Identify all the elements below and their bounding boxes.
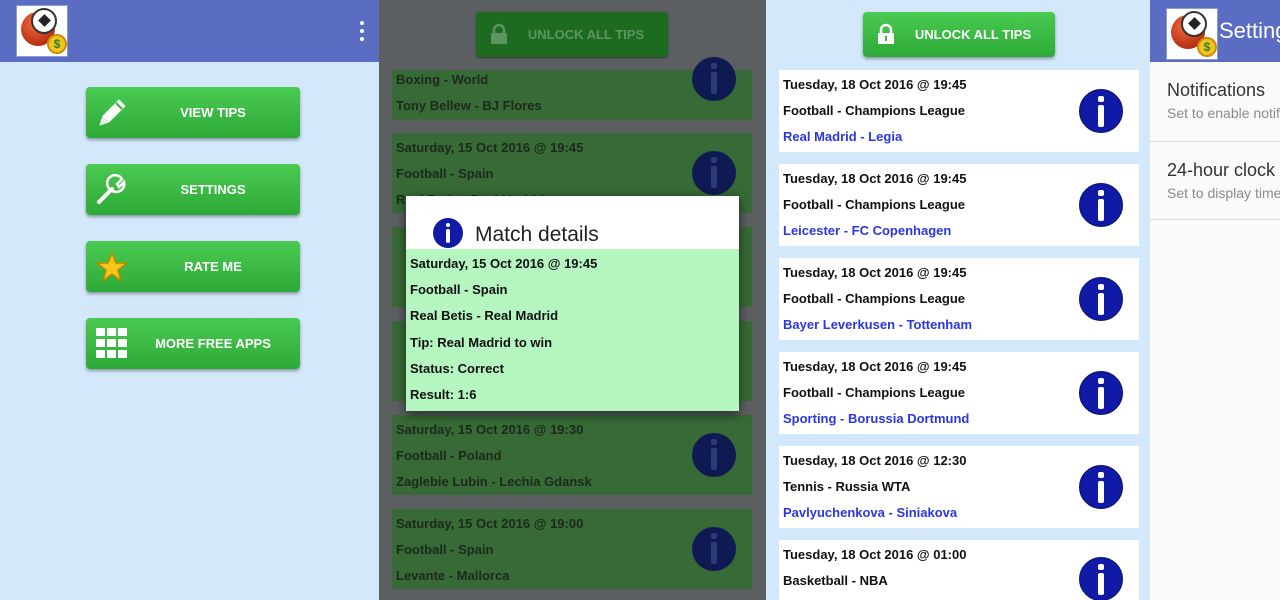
- match-details-dialog[interactable]: Match details Saturday, 15 Oct 2016 @ 19…: [406, 196, 739, 411]
- tip-teams: Tony Bellew - BJ Flores: [396, 98, 542, 113]
- tip-sport: Basketball - NBA: [783, 573, 888, 588]
- tip-card[interactable]: Tuesday, 18 Oct 2016 @ 19:45 Football - …: [779, 352, 1139, 434]
- tip-sport: Football - Spain: [396, 166, 494, 181]
- tip-card[interactable]: Tuesday, 18 Oct 2016 @ 19:45 Football - …: [779, 258, 1139, 340]
- tip-teams[interactable]: Pavlyuchenkova - Siniakova: [783, 505, 957, 520]
- match-result: Result: 1:6: [410, 387, 477, 402]
- settings-label: SETTINGS: [180, 182, 246, 197]
- unlock-all-tips-button[interactable]: UNLOCK ALL TIPS: [476, 12, 668, 57]
- tip-card[interactable]: Tuesday, 18 Oct 2016 @ 19:45 Football - …: [779, 164, 1139, 246]
- rate-me-label: RATE ME: [184, 259, 242, 274]
- view-tips-label: VIEW TIPS: [180, 105, 246, 120]
- dialog-title: Match details: [475, 223, 599, 246]
- dialog-header: Match details: [406, 196, 739, 249]
- tip-date: Tuesday, 18 Oct 2016 @ 01:00: [783, 547, 967, 562]
- info-icon: [433, 218, 463, 248]
- tip-teams[interactable]: Real Madrid - Legia: [783, 129, 902, 144]
- overflow-menu-icon[interactable]: [356, 20, 368, 42]
- tip-date: Saturday, 15 Oct 2016 @ 19:30: [396, 422, 584, 437]
- info-icon[interactable]: [692, 151, 736, 195]
- tip-teams[interactable]: Leicester - FC Copenhagen: [783, 223, 951, 238]
- app-bar: $ Settings: [1150, 0, 1280, 62]
- match-tip: Tip: Real Madrid to win: [410, 335, 553, 350]
- main-menu-screen: $ VIEW TIPS SETTINGS RATE ME MORE FREE A…: [0, 0, 379, 600]
- setting-title: 24-hour clock: [1167, 160, 1276, 180]
- tip-sport: Football - Spain: [396, 542, 494, 557]
- info-icon[interactable]: [1079, 89, 1123, 133]
- tip-sport: Football - Champions League: [783, 385, 966, 400]
- tips-list-screen: UNLOCK ALL TIPS Tuesday, 18 Oct 2016 @ 1…: [766, 0, 1150, 600]
- info-icon[interactable]: [1079, 371, 1123, 415]
- star-icon: [94, 250, 130, 283]
- unlock-all-tips-label: UNLOCK ALL TIPS: [914, 27, 1032, 42]
- grid-icon: [96, 328, 127, 358]
- more-free-apps-label: MORE FREE APPS: [155, 336, 271, 351]
- wrench-icon: [97, 173, 126, 204]
- info-icon[interactable]: [692, 433, 736, 477]
- tip-teams[interactable]: Sporting - Borussia Dortmund: [783, 411, 969, 426]
- tip-teams: Levante - Mallorca: [396, 568, 510, 583]
- app-bar: $: [0, 0, 379, 62]
- more-free-apps-button[interactable]: MORE FREE APPS: [86, 318, 300, 369]
- tip-card[interactable]: Tuesday, 18 Oct 2016 @ 19:45 Football - …: [779, 70, 1139, 152]
- tip-sport: Football - Poland: [396, 448, 502, 463]
- view-tips-button[interactable]: VIEW TIPS: [86, 87, 300, 138]
- divider: [1150, 219, 1280, 220]
- info-icon[interactable]: [692, 57, 736, 101]
- tip-date: Tuesday, 18 Oct 2016 @ 19:45: [783, 265, 967, 280]
- tip-sport: Football - Champions League: [783, 103, 966, 118]
- tip-date: Tuesday, 18 Oct 2016 @ 19:45: [783, 171, 967, 186]
- unlock-all-tips-button[interactable]: UNLOCK ALL TIPS: [863, 12, 1055, 57]
- tip-card[interactable]: Saturday, 15 Oct 2016 @ 19:00 Football -…: [392, 509, 752, 589]
- tip-sport: Football - Champions League: [783, 291, 966, 306]
- app-logo: $: [1166, 8, 1218, 60]
- tip-date: Tuesday, 18 Oct 2016 @ 19:45: [783, 77, 967, 92]
- tip-date: Tuesday, 18 Oct 2016 @ 19:45: [783, 359, 967, 374]
- app-logo: $: [16, 5, 68, 57]
- match-status: Status: Correct: [410, 361, 504, 376]
- info-icon[interactable]: [1079, 465, 1123, 509]
- tip-teams[interactable]: Bayer Leverkusen - Tottenham: [783, 317, 972, 332]
- info-icon[interactable]: [1079, 557, 1123, 600]
- info-icon[interactable]: [692, 527, 736, 571]
- settings-screen: $ Settings Notifications Set to enable n…: [1150, 0, 1280, 600]
- tip-sport: Tennis - Russia WTA: [783, 479, 911, 494]
- settings-button[interactable]: SETTINGS: [86, 164, 300, 215]
- tip-teams: Zaglebie Lubin - Lechia Gdansk: [396, 474, 592, 489]
- setting-subtitle: Set to display time: [1167, 185, 1280, 201]
- notifications-setting[interactable]: Notifications Set to enable notification…: [1150, 62, 1280, 140]
- unlock-all-tips-label: UNLOCK ALL TIPS: [527, 27, 645, 42]
- tip-card[interactable]: Boxing - World Tony Bellew - BJ Flores: [392, 57, 752, 120]
- tip-sport: Boxing - World: [396, 72, 489, 87]
- tip-card[interactable]: Tuesday, 18 Oct 2016 @ 01:00 Basketball …: [779, 540, 1139, 600]
- dialog-body: Saturday, 15 Oct 2016 @ 19:45 Football -…: [406, 249, 739, 411]
- tip-sport: Football - Champions League: [783, 197, 966, 212]
- clock-format-setting[interactable]: 24-hour clock Set to display time: [1150, 142, 1280, 220]
- tip-date: Tuesday, 18 Oct 2016 @ 12:30: [783, 453, 967, 468]
- match-date: Saturday, 15 Oct 2016 @ 19:45: [410, 256, 598, 271]
- tip-card[interactable]: Saturday, 15 Oct 2016 @ 19:30 Football -…: [392, 415, 752, 495]
- match-sport: Football - Spain: [410, 282, 508, 297]
- info-icon[interactable]: [1079, 183, 1123, 227]
- page-title: Settings: [1219, 18, 1280, 43]
- info-icon[interactable]: [1079, 277, 1123, 321]
- tip-date: Saturday, 15 Oct 2016 @ 19:00: [396, 516, 584, 531]
- rate-me-button[interactable]: RATE ME: [86, 241, 300, 292]
- setting-title: Notifications: [1167, 80, 1266, 100]
- pencil-icon: [99, 99, 126, 126]
- tips-dialog-screen: UNLOCK ALL TIPS Boxing - World Tony Bell…: [379, 0, 766, 600]
- tip-date: Saturday, 15 Oct 2016 @ 19:45: [396, 140, 584, 155]
- setting-subtitle: Set to enable notifications: [1167, 105, 1280, 121]
- tip-card[interactable]: Tuesday, 18 Oct 2016 @ 12:30 Tennis - Ru…: [779, 446, 1139, 528]
- match-teams: Real Betis - Real Madrid: [410, 308, 559, 323]
